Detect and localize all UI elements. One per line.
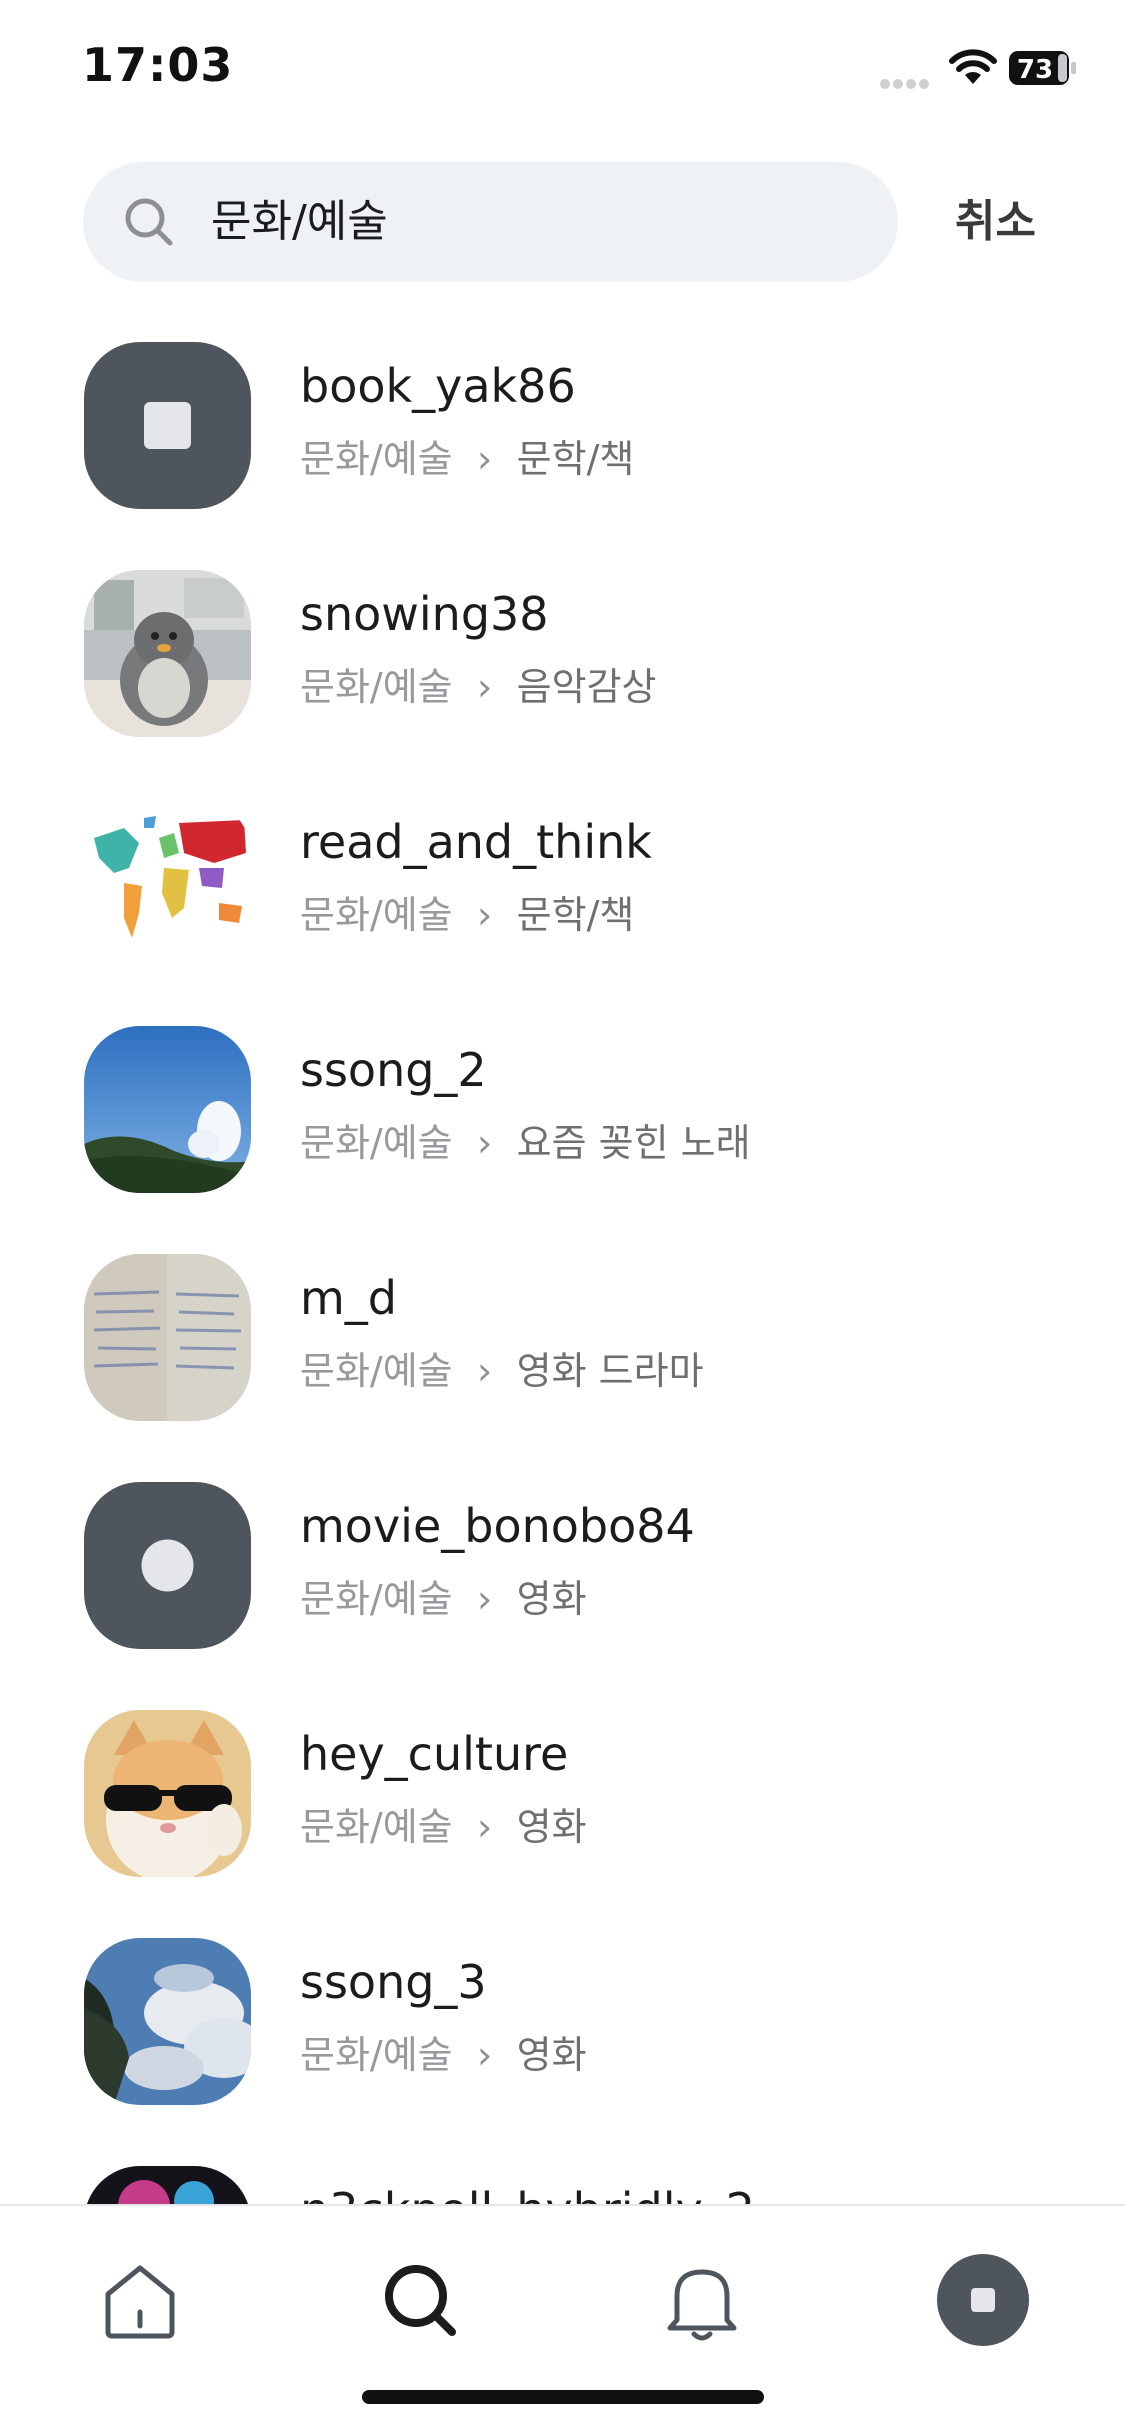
- world-map-photo: [84, 798, 251, 965]
- list-item[interactable]: book_yak86 문화/예술 › 문학/책: [0, 340, 1125, 568]
- home-icon: [105, 2265, 175, 2339]
- default-circle-icon: [84, 1482, 251, 1649]
- subcategory-label: 영화: [516, 1805, 587, 1849]
- tab-search[interactable]: [370, 2250, 470, 2350]
- category-path: 문화/예술 › 영화: [300, 1800, 587, 1854]
- category-label: 문화/예술: [300, 893, 453, 937]
- clouds-tree-photo: [84, 1938, 251, 2105]
- subcategory-label: 영화: [516, 1577, 587, 1621]
- default-square-icon: [84, 342, 251, 509]
- status-bar: 17:03 73: [0, 0, 1125, 140]
- search-icon: [123, 196, 175, 248]
- category-path: 문화/예술 › 문학/책: [300, 432, 634, 486]
- search-query: 문화/예술: [211, 196, 388, 247]
- tab-notifications[interactable]: [652, 2250, 752, 2350]
- category-path: 문화/예술 › 영화: [300, 2028, 587, 2082]
- chevron-right-icon: ›: [477, 1121, 493, 1165]
- cellular-signal-icon: [880, 74, 934, 89]
- subcategory-label: 문학/책: [516, 437, 635, 481]
- username: hey_culture: [300, 1727, 569, 1781]
- category-path: 문화/예술 › 영화 드라마: [300, 1344, 704, 1398]
- subcategory-label: 요즘 꽂힌 노래: [516, 1121, 751, 1165]
- chevron-right-icon: ›: [477, 1805, 493, 1849]
- sky-cloud-photo: [84, 1026, 251, 1193]
- chevron-right-icon: ›: [477, 665, 493, 709]
- chevron-right-icon: ›: [477, 1349, 493, 1393]
- category-label: 문화/예술: [300, 1349, 453, 1393]
- search-input[interactable]: 문화/예술: [83, 162, 898, 282]
- home-indicator: [362, 2390, 764, 2404]
- chevron-right-icon: ›: [477, 437, 493, 481]
- username: m_d: [300, 1271, 398, 1325]
- username: n3ckpoll_hybridly_2: [300, 2180, 755, 2206]
- username: read_and_think: [300, 815, 652, 869]
- username: ssong_3: [300, 1955, 487, 2009]
- profile-avatar-icon: [937, 2254, 1029, 2346]
- username: movie_bonobo84: [300, 1499, 695, 1553]
- username: book_yak86: [300, 359, 576, 413]
- battery-level: 73: [1017, 55, 1053, 85]
- bell-icon: [667, 2269, 737, 2341]
- battery-icon: 73: [1008, 50, 1078, 86]
- list-item[interactable]: movie_bonobo84 문화/예술 › 영화: [0, 1480, 1125, 1708]
- list-item[interactable]: m_d 문화/예술 › 영화 드라마: [0, 1252, 1125, 1480]
- category-path: 문화/예술 › 문학/책: [300, 888, 634, 942]
- username: snowing38: [300, 587, 549, 641]
- category-path: 문화/예술 › 영화: [300, 1572, 587, 1626]
- cancel-button[interactable]: 취소: [955, 192, 1036, 252]
- category-label: 문화/예술: [300, 1805, 453, 1849]
- list-item[interactable]: hey_culture 문화/예술 › 영화: [0, 1708, 1125, 1936]
- tab-home[interactable]: [90, 2250, 190, 2350]
- category-label: 문화/예술: [300, 2033, 453, 2077]
- screen: 17:03 73 문화/예술 취소 book_yak86 문화/예술 › 문학/…: [0, 0, 1125, 2436]
- cat-sunglasses-photo: [84, 1710, 251, 1877]
- tab-profile[interactable]: [933, 2250, 1033, 2350]
- list-item[interactable]: ssong_3 문화/예술 › 영화: [0, 1936, 1125, 2164]
- penguin-plush-photo: [84, 570, 251, 737]
- search-icon: [385, 2265, 456, 2336]
- list-item[interactable]: read_and_think 문화/예술 › 문학/책: [0, 796, 1125, 1024]
- list-item[interactable]: n3ckpoll_hybridly_2: [0, 2164, 1125, 2206]
- list-item[interactable]: ssong_2 문화/예술 › 요즘 꽂힌 노래: [0, 1024, 1125, 1252]
- subcategory-label: 문학/책: [516, 893, 635, 937]
- category-path: 문화/예술 › 요즘 꽂힌 노래: [300, 1116, 751, 1170]
- category-label: 문화/예술: [300, 1121, 453, 1165]
- wifi-icon: [948, 48, 998, 88]
- chevron-right-icon: ›: [477, 1577, 493, 1621]
- subcategory-label: 음악감상: [516, 665, 657, 709]
- subcategory-label: 영화: [516, 2033, 587, 2077]
- chevron-right-icon: ›: [477, 893, 493, 937]
- list-item[interactable]: snowing38 문화/예술 › 음악감상: [0, 568, 1125, 796]
- status-time: 17:03: [82, 38, 234, 92]
- search-result-list[interactable]: book_yak86 문화/예술 › 문학/책 snowing38 문화/예술 …: [0, 340, 1125, 2206]
- handwritten-note-photo: [84, 1254, 251, 1421]
- username: ssong_2: [300, 1043, 487, 1097]
- category-label: 문화/예술: [300, 437, 453, 481]
- subcategory-label: 영화 드라마: [516, 1349, 704, 1393]
- chevron-right-icon: ›: [477, 2033, 493, 2077]
- category-label: 문화/예술: [300, 1577, 453, 1621]
- category-path: 문화/예술 › 음악감상: [300, 660, 657, 714]
- category-label: 문화/예술: [300, 665, 453, 709]
- colorful-photo: [84, 2166, 251, 2206]
